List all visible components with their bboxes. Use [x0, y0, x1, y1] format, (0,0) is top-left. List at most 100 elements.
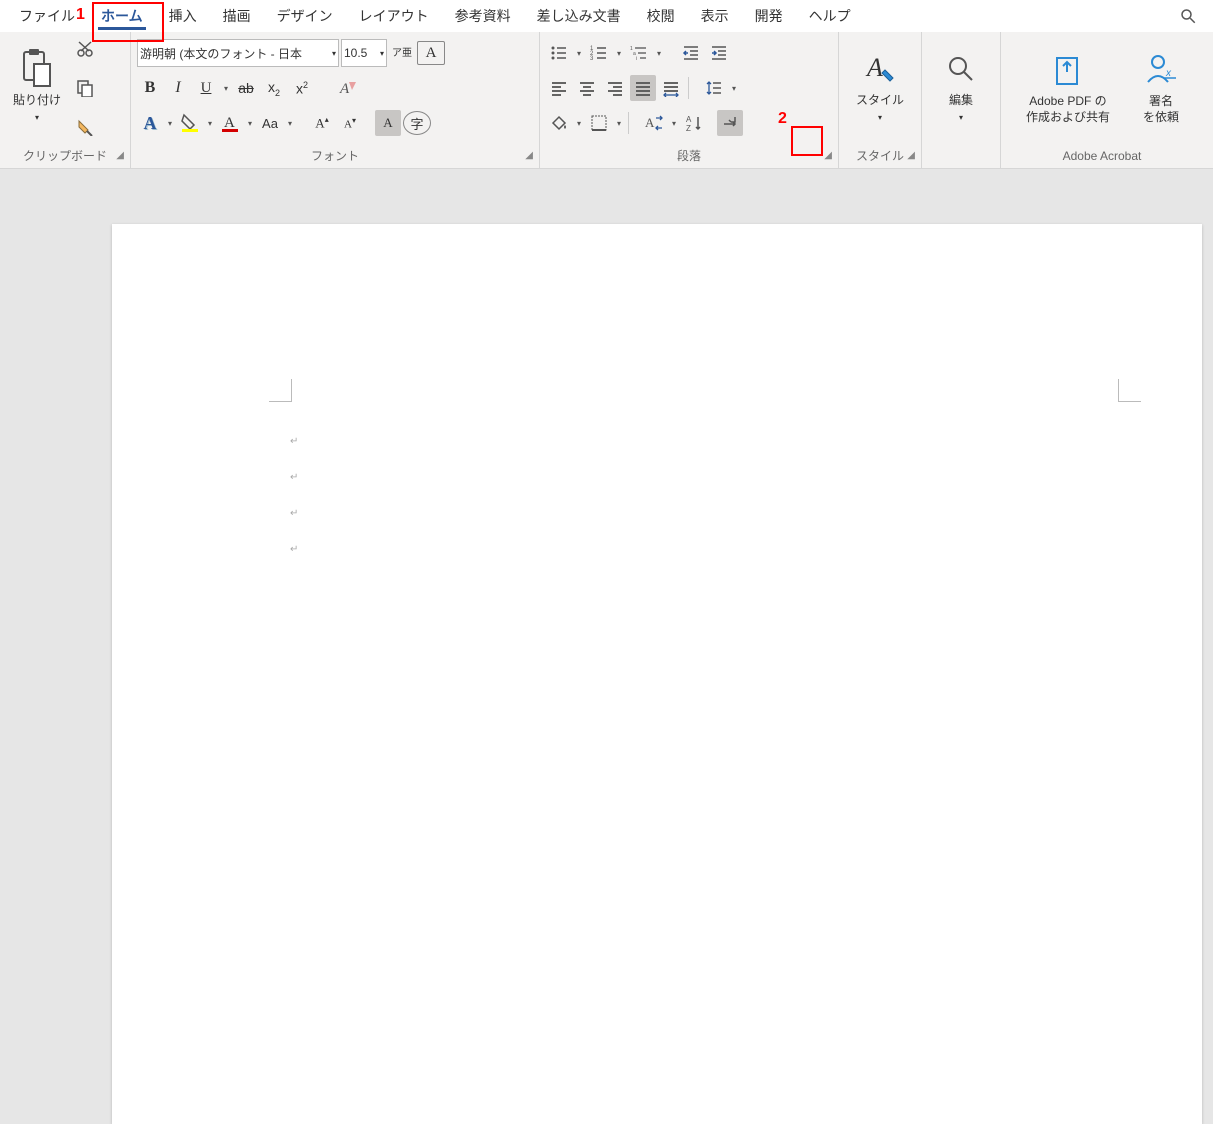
justify-button[interactable]	[630, 75, 656, 101]
pdf-label-1: Adobe PDF の	[1029, 94, 1106, 108]
borders-dropdown[interactable]: ▾	[614, 119, 624, 128]
text-direction-button[interactable]: A	[641, 110, 667, 136]
styles-button[interactable]: A スタイル▾	[849, 36, 911, 140]
tab-developer[interactable]: 開発	[742, 0, 796, 32]
font-color-dropdown[interactable]: ▾	[245, 119, 255, 128]
text-direction-dropdown[interactable]: ▾	[669, 119, 679, 128]
tab-draw[interactable]: 描画	[210, 0, 264, 32]
highlight-dropdown[interactable]: ▾	[205, 119, 215, 128]
character-border-button[interactable]: A	[417, 41, 445, 65]
tab-review[interactable]: 校閲	[634, 0, 688, 32]
bullets-dropdown[interactable]: ▾	[574, 49, 584, 58]
tab-insert[interactable]: 挿入	[156, 0, 210, 32]
shading-dropdown[interactable]: ▾	[574, 119, 584, 128]
strikethrough-button[interactable]: ab	[233, 75, 259, 101]
editing-label: 編集	[949, 93, 973, 107]
paste-button[interactable]: 貼り付け▾	[6, 36, 68, 140]
clear-formatting-button[interactable]: A	[335, 75, 361, 101]
text-effects-dropdown[interactable]: ▾	[165, 119, 175, 128]
cut-button[interactable]	[72, 36, 98, 62]
change-case-dropdown[interactable]: ▾	[285, 119, 295, 128]
grow-font-button[interactable]: A▴	[309, 110, 335, 136]
tab-references[interactable]: 参考資料	[442, 0, 524, 32]
search-icon	[1179, 7, 1197, 25]
tab-view[interactable]: 表示	[688, 0, 742, 32]
shrink-font-button[interactable]: A▾	[337, 110, 363, 136]
decrease-indent-button[interactable]	[678, 40, 704, 66]
format-painter-button[interactable]	[72, 114, 98, 140]
distribute-button[interactable]	[658, 75, 684, 101]
bullets-button[interactable]	[546, 40, 572, 66]
document-area[interactable]: ↵ ↵ ↵ ↵	[0, 200, 1213, 570]
svg-text:A: A	[645, 115, 655, 130]
paragraph-launcher[interactable]: ◢	[824, 146, 832, 166]
line-spacing-icon	[705, 79, 723, 97]
numbering-button[interactable]: 123	[586, 40, 612, 66]
align-center-button[interactable]	[574, 75, 600, 101]
search-button[interactable]	[1169, 7, 1207, 25]
clipboard-icon	[20, 48, 54, 90]
highlighter-icon	[180, 113, 200, 133]
group-clipboard: 貼り付け▾ クリップボード ◢	[0, 32, 131, 168]
enclose-characters-button[interactable]: 字	[403, 111, 431, 135]
text-effects-button[interactable]: A	[137, 110, 163, 136]
tab-layout[interactable]: レイアウト	[346, 0, 442, 32]
show-paragraph-marks-button[interactable]	[717, 110, 743, 136]
font-name-value: 游明朝 (本文のフォント - 日本	[140, 45, 302, 62]
shading-button[interactable]	[546, 110, 572, 136]
font-size-select[interactable]: 10.5▾	[341, 39, 387, 67]
multilevel-dropdown[interactable]: ▾	[654, 49, 664, 58]
editing-button[interactable]: 編集▾	[930, 36, 992, 140]
sort-button[interactable]: AZ	[681, 110, 707, 136]
align-right-button[interactable]	[602, 75, 628, 101]
tab-mailings[interactable]: 差し込み文書	[524, 0, 634, 32]
tab-design[interactable]: デザイン	[264, 0, 346, 32]
justify-icon	[634, 79, 652, 97]
highlight-button[interactable]	[177, 110, 203, 136]
borders-button[interactable]	[586, 110, 612, 136]
copy-icon	[76, 79, 94, 97]
superscript-button[interactable]: x2	[289, 75, 315, 101]
create-share-pdf-button[interactable]: Adobe PDF の作成および共有	[1009, 36, 1127, 140]
pdf-label-2: 作成および共有	[1026, 110, 1110, 124]
sign-label-1: 署名	[1149, 94, 1173, 108]
document-page[interactable]: ↵ ↵ ↵ ↵	[112, 224, 1202, 1124]
numbering-dropdown[interactable]: ▾	[614, 49, 624, 58]
multilevel-icon: 1ai	[630, 44, 648, 62]
sign-label-2: を依頼	[1143, 110, 1179, 124]
phonetic-guide-button[interactable]: ア亜	[389, 40, 415, 66]
copy-button[interactable]	[72, 75, 98, 101]
change-case-button[interactable]: Aa	[257, 110, 283, 136]
group-clipboard-label: クリップボード	[23, 149, 107, 163]
font-name-select[interactable]: 游明朝 (本文のフォント - 日本▾	[137, 39, 339, 67]
tab-home[interactable]: ホーム	[88, 0, 156, 32]
ribbon-body: 貼り付け▾ クリップボード◢ 游明朝 (本文のフォント - 日本▾ 10.5▾ …	[0, 32, 1213, 169]
outdent-icon	[682, 44, 700, 62]
font-launcher[interactable]: ◢	[525, 146, 533, 166]
styles-launcher[interactable]: ◢	[907, 146, 915, 166]
group-paragraph-label: 段落	[677, 149, 701, 163]
align-left-button[interactable]	[546, 75, 572, 101]
italic-button[interactable]: I	[165, 75, 191, 101]
character-shading-button[interactable]: A	[375, 110, 401, 136]
clipboard-launcher[interactable]: ◢	[116, 146, 124, 166]
subscript-button[interactable]: x2	[261, 75, 287, 101]
tab-file[interactable]: ファイル	[6, 0, 88, 32]
tab-help[interactable]: ヘルプ	[796, 0, 864, 32]
find-icon	[946, 54, 976, 84]
paint-bucket-icon	[550, 114, 568, 132]
signature-icon: x	[1144, 52, 1178, 88]
request-signature-button[interactable]: x 署名を依頼	[1127, 36, 1195, 140]
underline-button[interactable]: U	[193, 75, 219, 101]
font-color-button[interactable]: A	[217, 110, 243, 136]
numbering-icon: 123	[590, 44, 608, 62]
underline-dropdown[interactable]: ▾	[221, 84, 231, 93]
increase-indent-button[interactable]	[706, 40, 732, 66]
line-spacing-dropdown[interactable]: ▾	[729, 84, 739, 93]
line-spacing-button[interactable]	[701, 75, 727, 101]
bold-button[interactable]: B	[137, 75, 163, 101]
group-styles-label: スタイル	[856, 149, 904, 163]
group-acrobat: Adobe PDF の作成および共有 x 署名を依頼 Adobe Acrobat	[1001, 32, 1203, 168]
margin-corner-top-right	[1118, 379, 1141, 402]
multilevel-list-button[interactable]: 1ai	[626, 40, 652, 66]
